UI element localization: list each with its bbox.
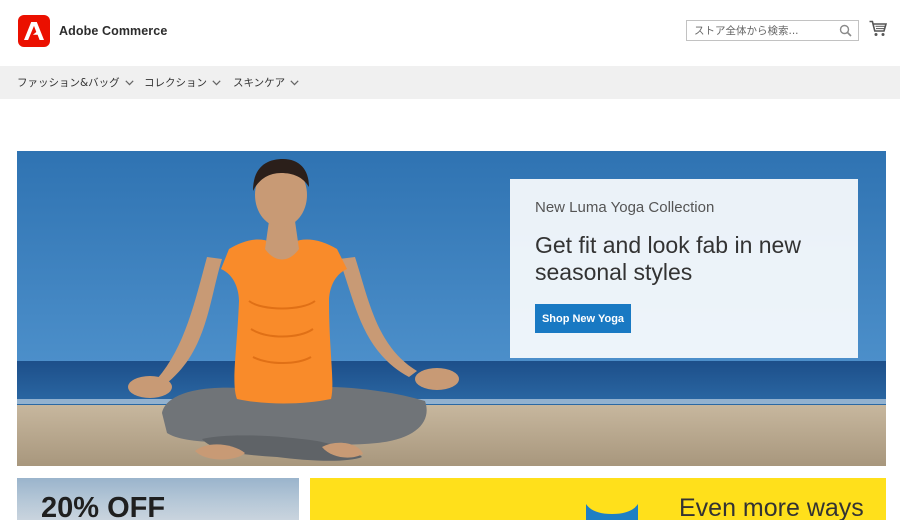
nav-item-label: ファッション&バッグ <box>17 77 120 89</box>
tank-top-image <box>586 504 638 520</box>
promo-tile-more-ways[interactable]: Even more ways <box>310 478 886 520</box>
nav-item-label: コレクション <box>144 77 207 89</box>
site-header: Adobe Commerce <box>0 0 900 66</box>
search-input[interactable] <box>687 21 834 41</box>
cart-icon[interactable] <box>869 20 887 37</box>
hero-banner[interactable]: New Luma Yoga Collection Get fit and loo… <box>17 151 886 466</box>
chevron-down-icon <box>125 79 134 85</box>
chevron-down-icon <box>212 79 221 85</box>
promo-tile-discount[interactable]: 20% OFF <box>17 478 299 520</box>
brand-name: Adobe Commerce <box>59 24 168 38</box>
main-nav: ファッション&バッグ コレクション スキンケア <box>0 66 900 99</box>
nav-item-skincare[interactable]: スキンケア <box>233 66 299 99</box>
hero-promo-panel: New Luma Yoga Collection Get fit and loo… <box>510 179 858 358</box>
search-icon[interactable] <box>839 24 852 37</box>
adobe-logo-icon <box>18 15 50 47</box>
nav-item-fashion-bags[interactable]: ファッション&バッグ <box>17 66 134 99</box>
hero-headline: Get fit and look fab in new seasonal sty… <box>535 232 801 285</box>
nav-item-collection[interactable]: コレクション <box>144 66 221 99</box>
search-box <box>686 20 859 41</box>
promo-more-ways-text: Even more ways <box>679 494 864 520</box>
brand-logo[interactable]: Adobe Commerce <box>18 15 167 47</box>
shop-new-yoga-button[interactable]: Shop New Yoga <box>535 304 631 333</box>
hero-kicker: New Luma Yoga Collection <box>535 199 715 216</box>
nav-item-label: スキンケア <box>233 77 286 89</box>
chevron-down-icon <box>290 79 299 85</box>
promo-discount-text: 20% OFF <box>41 492 166 520</box>
